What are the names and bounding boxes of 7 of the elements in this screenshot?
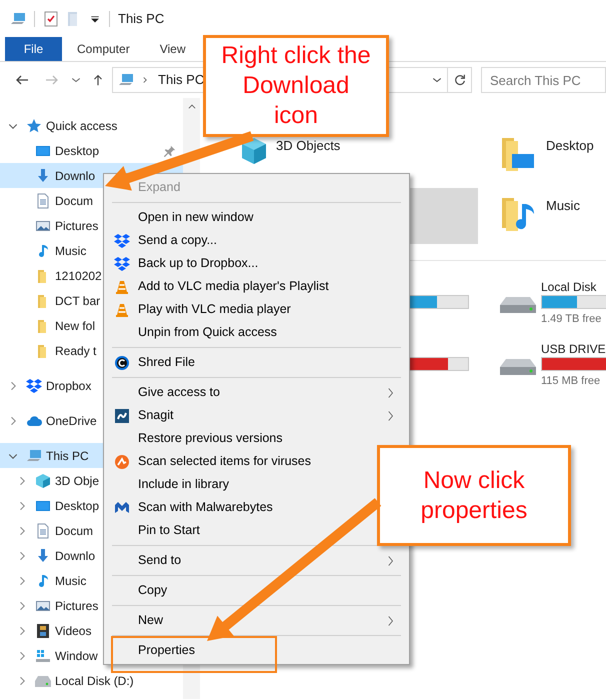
callout-text: Now click properties [420, 466, 528, 526]
free-space-text: 1.49 TB free [541, 312, 602, 327]
drive-name: USB DRIVE [541, 341, 606, 357]
window-title: This PC [118, 10, 164, 28]
drive-name: Local Disk [541, 279, 598, 295]
free-space-text: 115 MB free [541, 374, 602, 389]
callout-text: Right click the Download icon [221, 41, 371, 131]
